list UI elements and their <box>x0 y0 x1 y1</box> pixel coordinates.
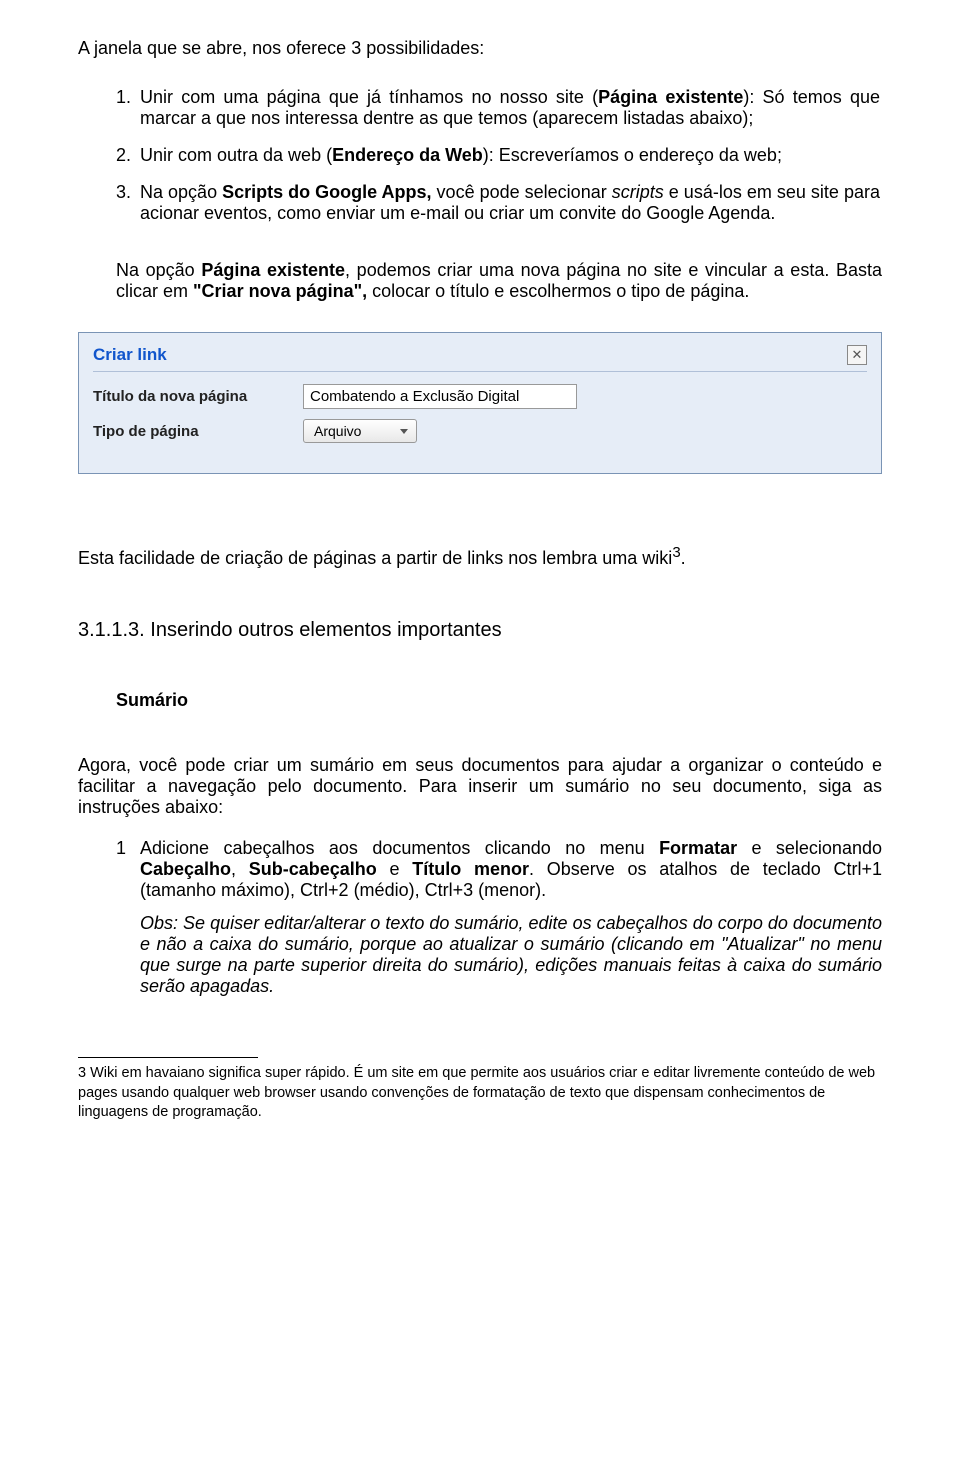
label-new-page-title: Título da nova página <box>93 388 303 405</box>
list-number: 1. <box>116 87 140 129</box>
numbered-list-1: 1. Unir com uma página que já tínhamos n… <box>78 87 882 224</box>
indented-paragraph: Na opção Página existente, podemos criar… <box>78 260 882 302</box>
list-number: 1 <box>116 838 140 901</box>
dialog-screenshot: Criar link ✕ Título da nova página Comba… <box>78 332 882 474</box>
observation-note: Obs: Se quiser editar/alterar o texto do… <box>140 913 882 997</box>
section-heading: 3.1.1.3. Inserindo outros elementos impo… <box>78 619 882 642</box>
list-text: Unir com outra da web (Endereço da Web):… <box>140 145 880 166</box>
footnote-ref: 3 <box>672 544 680 561</box>
list-item: 1 Adicione cabeçalhos aos documentos cli… <box>116 838 882 901</box>
footnote-text: 3 Wiki em havaiano significa super rápid… <box>78 1064 882 1123</box>
list-text: Adicione cabeçalhos aos documentos clica… <box>140 838 882 901</box>
form-row-title: Título da nova página Combatendo a Exclu… <box>93 384 867 409</box>
footnote-separator <box>78 1057 258 1058</box>
list-number: 2. <box>116 145 140 166</box>
list-item: 2. Unir com outra da web (Endereço da We… <box>116 145 880 166</box>
list-text: Unir com uma página que já tínhamos no n… <box>140 87 880 129</box>
list-text: Na opção Scripts do Google Apps, você po… <box>140 182 880 224</box>
form-row-type: Tipo de página Arquivo <box>93 419 867 443</box>
after-screenshot-text: Esta facilidade de criação de páginas a … <box>78 544 882 569</box>
close-icon[interactable]: ✕ <box>847 345 867 365</box>
list-item: 1. Unir com uma página que já tínhamos n… <box>116 87 880 129</box>
list-number: 3. <box>116 182 140 224</box>
list-item: 3. Na opção Scripts do Google Apps, você… <box>116 182 880 224</box>
document-page: A janela que se abre, nos oferece 3 poss… <box>0 0 960 1153</box>
numbered-list-2: 1 Adicione cabeçalhos aos documentos cli… <box>78 838 882 901</box>
create-link-dialog: Criar link ✕ Título da nova página Comba… <box>78 332 882 474</box>
page-type-select[interactable]: Arquivo <box>303 419 417 443</box>
new-page-title-input[interactable]: Combatendo a Exclusão Digital <box>303 384 577 409</box>
body-paragraph: Agora, você pode criar um sumário em seu… <box>78 755 882 818</box>
sub-heading: Sumário <box>116 690 882 711</box>
dialog-title: Criar link <box>93 345 167 365</box>
label-page-type: Tipo de página <box>93 423 303 440</box>
intro-text: A janela que se abre, nos oferece 3 poss… <box>78 38 882 59</box>
select-value: Arquivo <box>314 423 361 439</box>
